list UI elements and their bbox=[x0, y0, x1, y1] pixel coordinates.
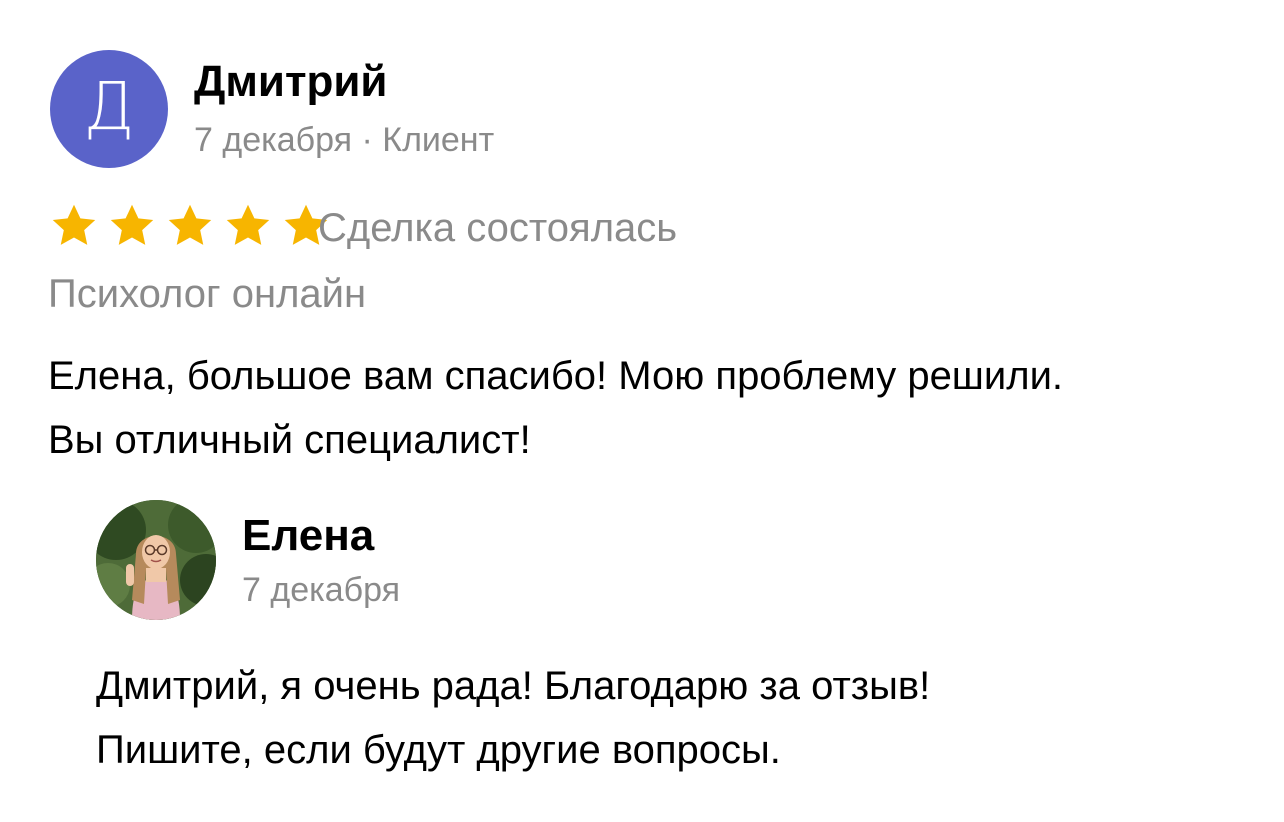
avatar-letter: Д bbox=[83, 68, 135, 145]
reply-author-name[interactable]: Елена bbox=[242, 511, 374, 560]
review-text-line: Вы отличный специалист! bbox=[48, 418, 531, 462]
deal-status: Сделка состоялась bbox=[318, 206, 678, 250]
star-icon bbox=[164, 200, 216, 252]
review-card: Д Дмитрий 7 декабря · Клиент Сделка сост… bbox=[0, 0, 1284, 822]
avatar[interactable]: Д bbox=[50, 50, 168, 168]
review-text: Елена, большое вам спасибо! Мою проблему… bbox=[48, 344, 1248, 472]
service-name[interactable]: Психолог онлайн bbox=[48, 270, 366, 318]
reply-text-line: Пишите, если будут другие вопросы. bbox=[96, 728, 781, 772]
star-icon bbox=[222, 200, 274, 252]
star-icon bbox=[106, 200, 158, 252]
reply-text: Дмитрий, я очень рада! Благодарю за отзы… bbox=[96, 654, 1246, 782]
reply-date: 7 декабря bbox=[242, 571, 401, 609]
review-text-line: Елена, большое вам спасибо! Мою проблему… bbox=[48, 354, 1064, 398]
rating-stars bbox=[48, 200, 332, 252]
review-meta: 7 декабря · Клиент bbox=[194, 121, 495, 159]
author-name[interactable]: Дмитрий bbox=[194, 57, 387, 106]
reply-avatar[interactable] bbox=[96, 500, 216, 620]
reply-text-line: Дмитрий, я очень рада! Благодарю за отзы… bbox=[96, 664, 931, 708]
star-icon bbox=[48, 200, 100, 252]
user-photo-icon bbox=[96, 500, 216, 620]
